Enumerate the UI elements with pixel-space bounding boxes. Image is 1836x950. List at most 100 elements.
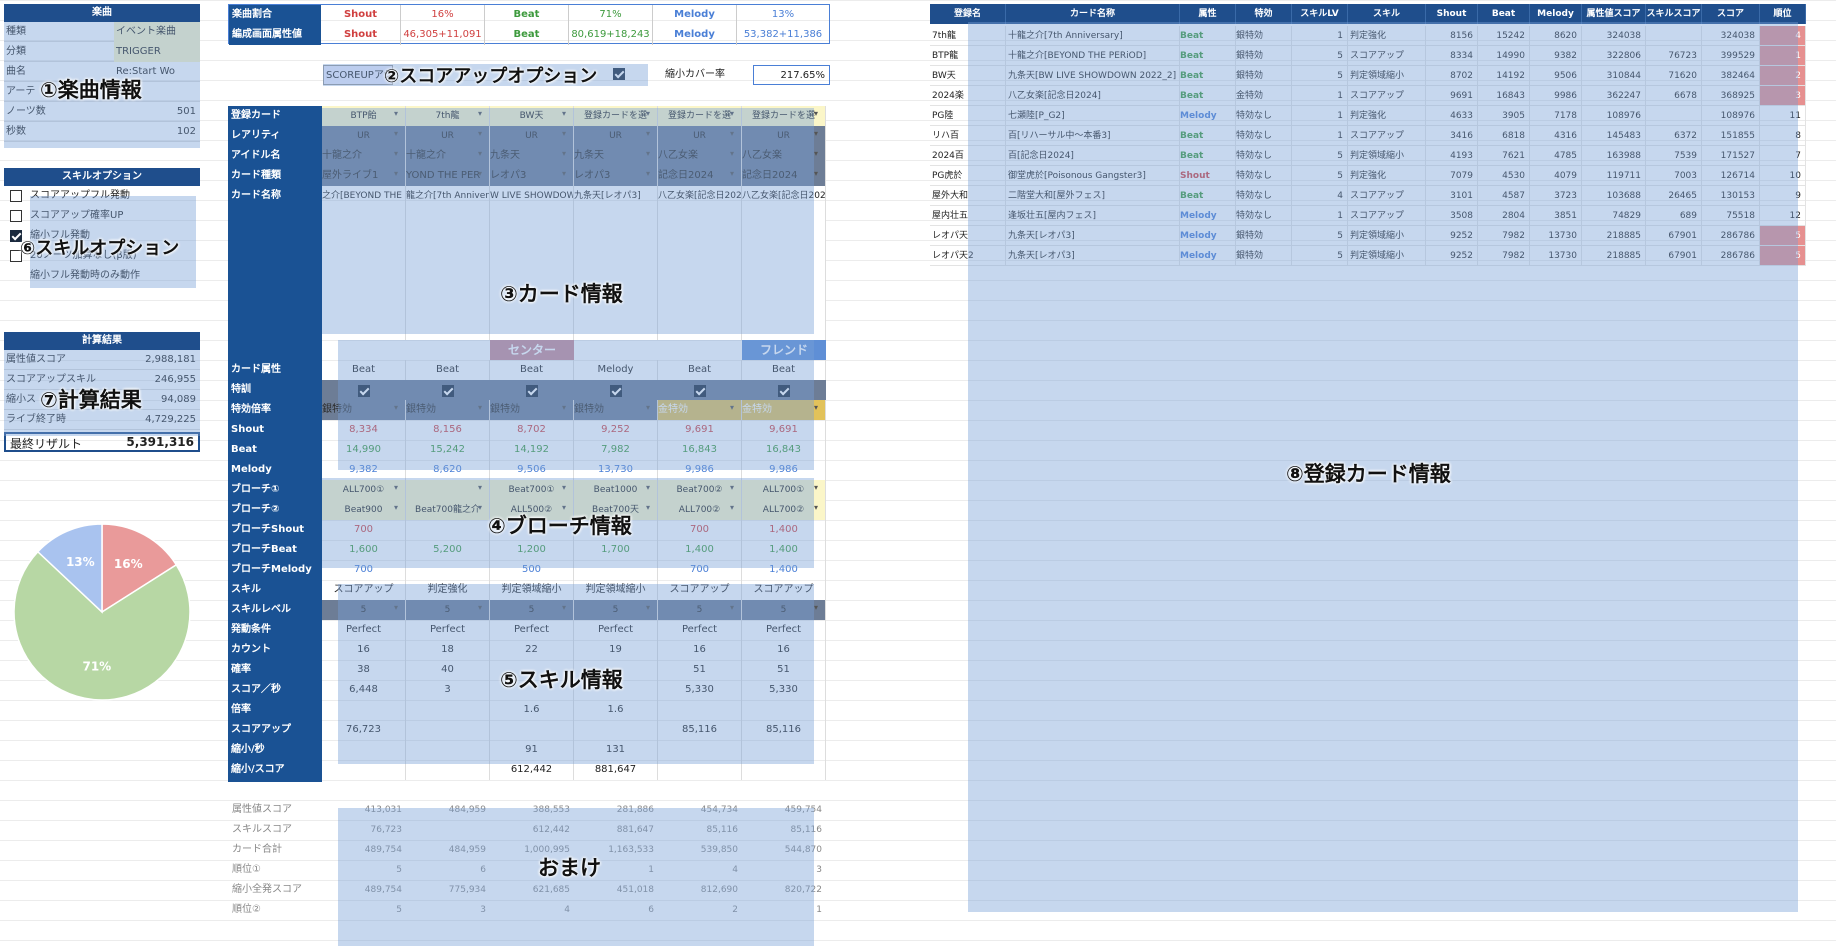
train-checkbox[interactable] [526, 384, 538, 397]
bonus-value: 76,723 [370, 825, 403, 835]
song-row: 種類 イベント楽曲 [4, 22, 200, 42]
train-checkbox[interactable] [358, 384, 370, 397]
reg-cell: 銀特効 [1236, 26, 1292, 46]
reg-cell: 9382 [1530, 46, 1582, 66]
card-count-cell: 19 [574, 640, 658, 660]
dropdown-arrow-icon[interactable]: ▾ [814, 603, 827, 612]
reg-cell[interactable]: BW天 [930, 66, 1006, 86]
reg-cell: 11 [1760, 106, 1806, 126]
reg-cell[interactable]: リハ百 [930, 126, 1006, 146]
song-field-value: 102 [176, 126, 196, 137]
calc-row: 属性値スコア 2,988,181 [4, 350, 200, 370]
card-bbeat-cell: 1,400 [742, 540, 826, 560]
reg-cell: 4587 [1478, 186, 1530, 206]
dropdown-arrow-icon[interactable]: ▾ [814, 129, 827, 138]
card-row-label-name: カード名称 [228, 186, 322, 206]
reg-cell: 特効なし [1236, 146, 1292, 166]
bonus-value: 484,959 [448, 805, 486, 815]
card-beat-cell: 16,843 [658, 440, 742, 460]
reg-cell: 7621 [1478, 146, 1530, 166]
bonus-row-label: 順位② [232, 904, 261, 915]
dropdown-arrow-icon[interactable]: ▾ [814, 483, 827, 492]
card-cond-cell: Perfect [490, 620, 574, 640]
scoreup-checkbox[interactable] [613, 68, 625, 80]
reg-cell[interactable]: PG虎於 [930, 166, 1006, 186]
dropdown-arrow-icon[interactable]: ▾ [814, 403, 827, 412]
calc-header: 計算結果 [4, 332, 200, 350]
card-row-label-b2: ブローチ② [228, 500, 322, 520]
label-scoreup-option: ②スコアアップオプション [384, 66, 598, 87]
card-bshout-cell: 700 [322, 520, 406, 540]
card-melody-cell: 13,730 [574, 460, 658, 480]
reg-header-6: Shout [1426, 4, 1478, 24]
song-header: 楽曲 [4, 4, 200, 22]
reg-cell: 9252 [1426, 226, 1478, 246]
bonus-value: 544,870 [784, 845, 822, 855]
card-bshout-cell [406, 520, 490, 540]
reg-cell: 御堂虎於[Poisonous Gangster3] [1006, 166, 1180, 186]
card-row-label-rarity: レアリティ [228, 126, 322, 146]
ratio-beat-value: 71% [569, 5, 653, 25]
skill-option-checkbox[interactable] [10, 190, 22, 202]
reg-cell[interactable]: レオパ天 [930, 226, 1006, 246]
card-scoreup-cell [574, 720, 658, 740]
reg-cell: Melody [1180, 106, 1236, 126]
card-skill-cell: 判定領域縮小 [490, 580, 574, 600]
bonus-value: 489,754 [364, 885, 402, 895]
card-image [406, 206, 490, 340]
reg-cell[interactable]: BTP龍 [930, 46, 1006, 66]
card-cond-cell: Perfect [406, 620, 490, 640]
ratio-shout-value: 46,305+11,091 [401, 25, 485, 45]
reg-cell: 1 [1292, 26, 1348, 46]
reg-cell[interactable]: レオパ天2 [930, 246, 1006, 266]
card-row-label-bb: ブローチBeat [228, 540, 322, 560]
train-checkbox[interactable] [442, 384, 454, 397]
card-shout-cell: 9,691 [742, 420, 826, 440]
card-persec-cell: 5,330 [742, 680, 826, 700]
dropdown-arrow-icon[interactable]: ▾ [814, 169, 827, 178]
train-cell [322, 380, 406, 400]
reg-cell: 8334 [1426, 46, 1478, 66]
grid-line [0, 0, 1836, 1]
skill-option-checkbox[interactable] [10, 210, 22, 222]
ratio-melody-value: 13% [771, 9, 795, 20]
reg-cell: 108976 [1702, 106, 1760, 126]
reg-cell: 3 [1760, 86, 1806, 106]
card-name-cell: 龍之介[7th Annivers [406, 186, 490, 206]
dropdown-arrow-icon[interactable]: ▾ [814, 149, 827, 158]
card-row-label-sc: 縮小/スコア [228, 760, 322, 780]
train-checkbox[interactable] [694, 384, 706, 397]
train-checkbox[interactable] [610, 384, 622, 397]
bonus-value: 1 [816, 905, 822, 915]
reg-cell[interactable]: 7th龍 [930, 26, 1006, 46]
reg-cell[interactable]: PG陸 [930, 106, 1006, 126]
reg-cell[interactable]: 屋内壮五 [930, 206, 1006, 226]
reg-cell: 5 [1760, 246, 1806, 266]
card-skill-cell: 判定領域縮小 [574, 580, 658, 600]
card-count-cell: 16 [322, 640, 406, 660]
dropdown-arrow-icon[interactable]: ▾ [814, 503, 827, 512]
card-name-cell: 八乙女楽[記念日202 [658, 186, 742, 206]
reg-cell[interactable]: 屋外大和 [930, 186, 1006, 206]
card-row-label-ss: 縮小/秒 [228, 740, 322, 760]
reg-cell: 5 [1760, 226, 1806, 246]
reg-cell: 119711 [1582, 166, 1646, 186]
card-shout-cell: 8,156 [406, 420, 490, 440]
card-shout-cell: 8,702 [490, 420, 574, 440]
reg-cell: 3101 [1426, 186, 1478, 206]
reg-cell: 7982 [1478, 246, 1530, 266]
train-checkbox[interactable] [778, 384, 790, 397]
song-field-value[interactable]: TRIGGER [114, 42, 200, 62]
dropdown-arrow-icon[interactable]: ▾ [814, 109, 827, 118]
card-row-label-bs: ブローチShout [228, 520, 322, 540]
reg-cell: 九条天[BW LIVE SHOWDOWN 2022_2] [1006, 66, 1180, 86]
reg-cell: 銀特効 [1236, 226, 1292, 246]
reg-cell[interactable]: 2024百 [930, 146, 1006, 166]
reg-cell[interactable]: 2024楽 [930, 86, 1006, 106]
card-mult-cell [322, 700, 406, 720]
bonus-value: 484,959 [448, 845, 486, 855]
card-bmelody-cell [574, 560, 658, 580]
card-image [322, 206, 406, 340]
song-field-value[interactable]: イベント楽曲 [114, 22, 200, 42]
ratio-row-label: 楽曲割合 [229, 5, 321, 25]
